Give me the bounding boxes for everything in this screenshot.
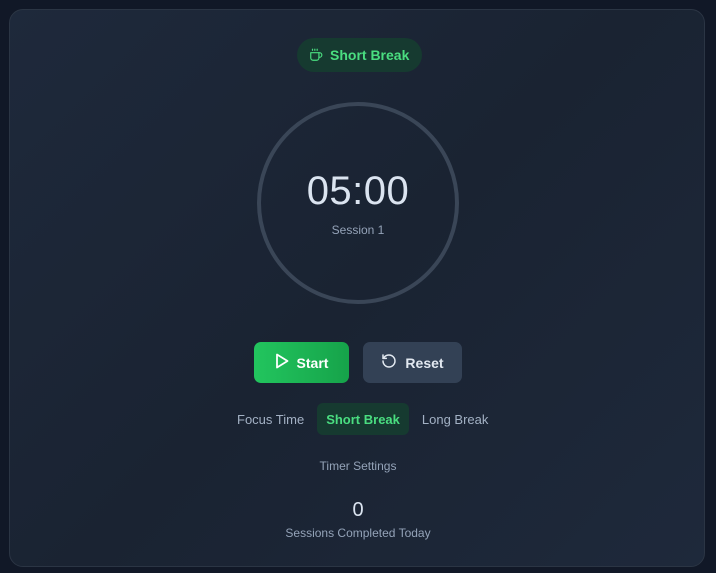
reset-icon <box>381 353 397 372</box>
tab-focus-time[interactable]: Focus Time <box>228 403 313 435</box>
start-button-label: Start <box>296 354 329 371</box>
timer-ring: 05:00 Session 1 <box>256 101 460 305</box>
reset-button[interactable]: Reset <box>363 342 462 383</box>
mode-tabs: Focus Time Short Break Long Break <box>228 403 497 435</box>
mode-badge-label: Short Break <box>330 47 410 63</box>
sessions-count: 0 <box>352 499 364 521</box>
time-display: 05:00 <box>306 169 410 213</box>
session-label: Session 1 <box>331 223 385 237</box>
coffee-cup-icon <box>309 48 323 62</box>
reset-button-label: Reset <box>405 354 444 371</box>
sessions-label: Sessions Completed Today <box>285 526 431 540</box>
pomodoro-card: Short Break 05:00 Session 1 Start Reset … <box>9 9 705 567</box>
tab-short-break[interactable]: Short Break <box>317 403 409 435</box>
play-icon <box>275 353 289 372</box>
tab-long-break[interactable]: Long Break <box>413 403 498 435</box>
timer-settings-button[interactable]: Timer Settings <box>10 459 706 473</box>
start-button[interactable]: Start <box>254 342 349 383</box>
mode-badge: Short Break <box>297 38 423 72</box>
